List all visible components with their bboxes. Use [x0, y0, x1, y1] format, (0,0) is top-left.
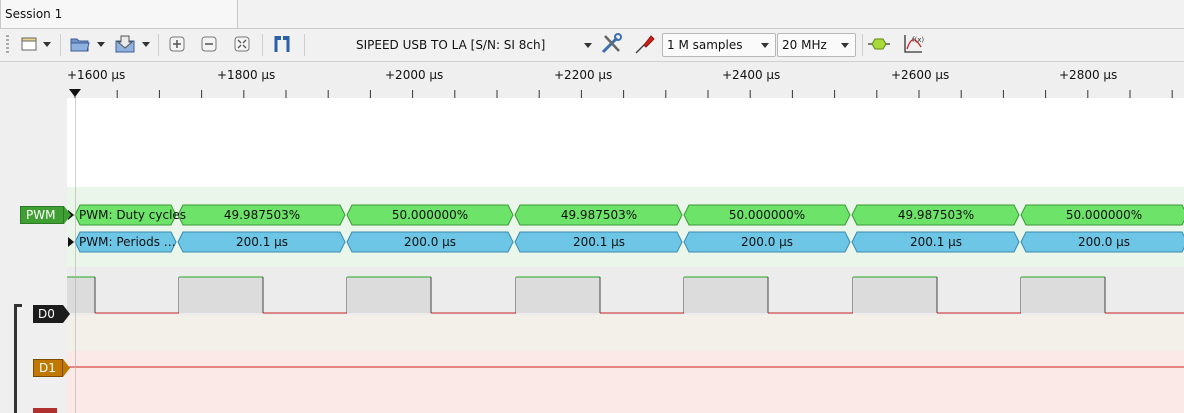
logic-waveforms	[67, 276, 1184, 368]
pwm-label-text: PWM	[26, 208, 56, 222]
d0-high-fill	[684, 277, 768, 313]
d0-high-fill	[516, 277, 600, 313]
pwm-label-arrow-icon	[64, 206, 71, 224]
d2-channel-label-partial[interactable]	[33, 408, 57, 413]
d0-high-fill	[67, 277, 95, 313]
d0-high-fill	[1021, 277, 1105, 313]
d0-high-fill	[179, 277, 263, 313]
d0-high-fill	[853, 277, 937, 313]
d1-label-text: D1	[39, 361, 56, 375]
trigger-cursor-line[interactable]	[75, 98, 76, 413]
d0-label-arrow-icon	[63, 305, 70, 323]
d1-channel-label[interactable]: D1	[33, 359, 63, 377]
pwm-decoder-label[interactable]: PWM	[20, 206, 64, 224]
d1-label-arrow-icon	[63, 359, 70, 377]
d0-high-fill	[347, 277, 431, 313]
d0-label-text: D0	[38, 307, 55, 321]
d0-channel-label[interactable]: D0	[33, 305, 63, 323]
group-bracket	[14, 304, 22, 413]
